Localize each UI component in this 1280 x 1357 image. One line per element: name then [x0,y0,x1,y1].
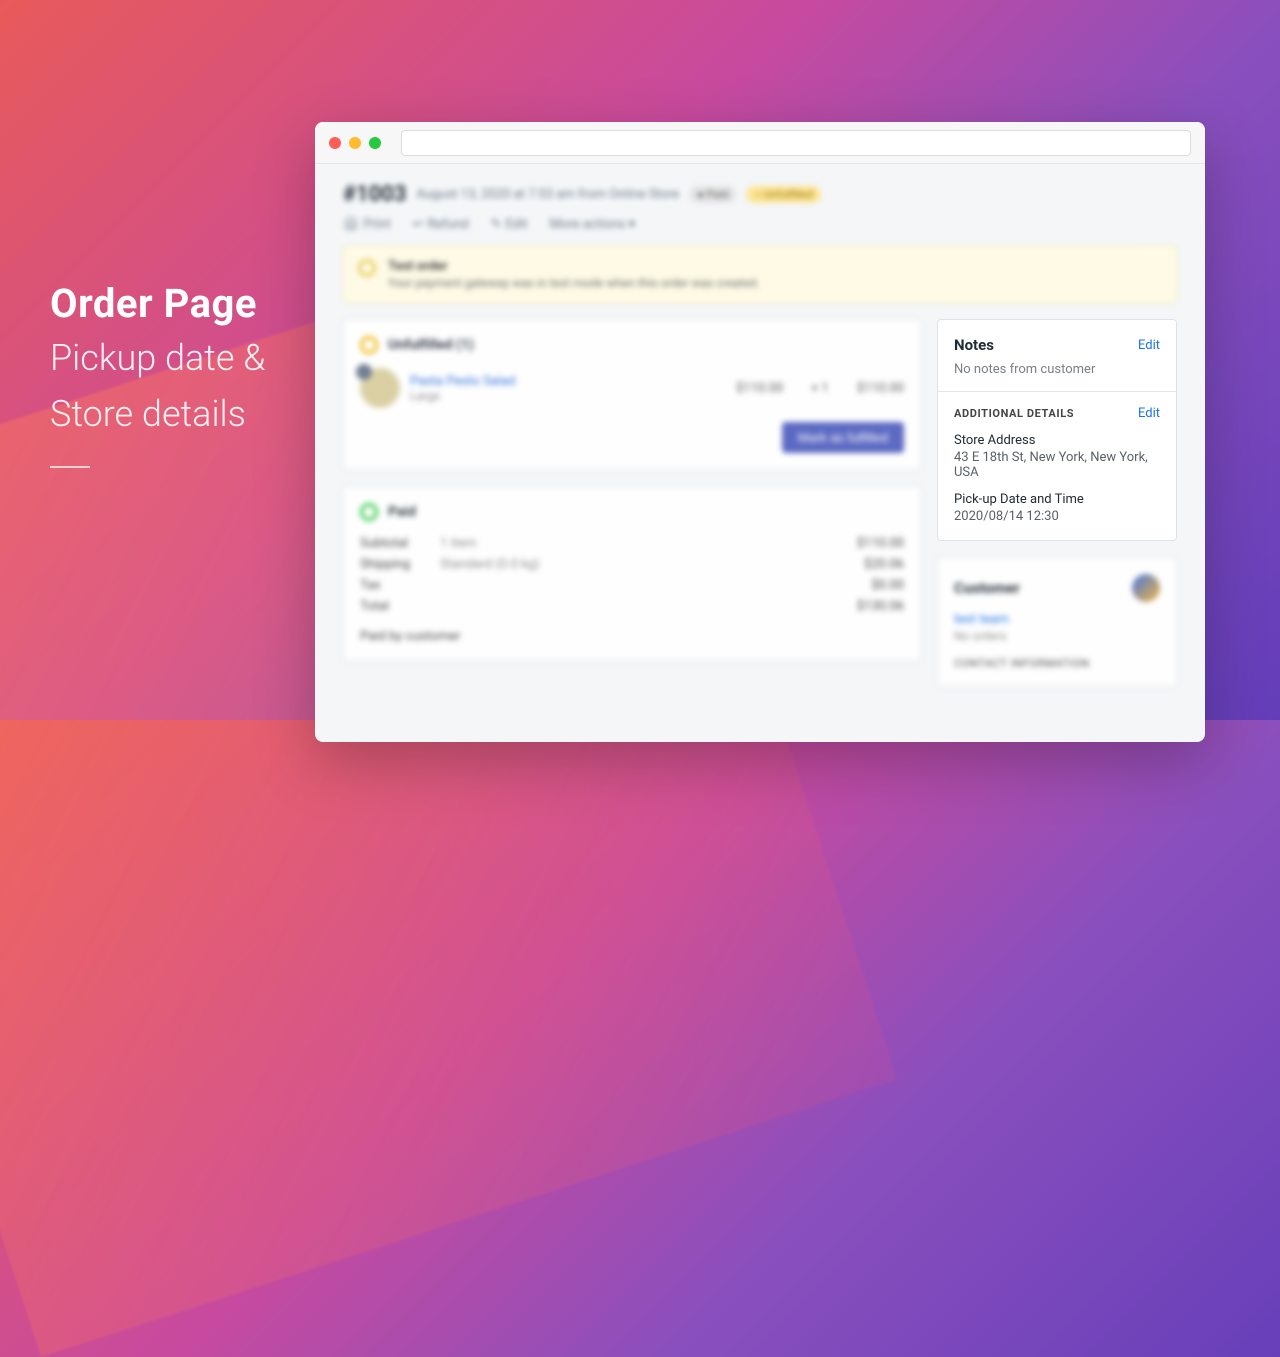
print-button[interactable]: 🖨 Print [343,217,391,232]
page-content: #1003 August 13, 2020 at 7:53 am from On… [315,164,1205,705]
banner-text: Your payment gateway was in test mode wh… [388,276,760,290]
more-actions-button[interactable]: More actions ▾ [550,217,636,232]
pickup-label: Pick-up Date and Time [954,492,1160,507]
avatar [1132,574,1160,602]
customer-title: Customer [954,579,1020,597]
blurred-header-region: #1003 August 13, 2020 at 7:53 am from On… [343,182,1177,303]
customer-orders: No orders [954,629,1160,643]
product-variant: Large [410,389,515,403]
paid-title: Paid [388,504,416,520]
url-bar[interactable] [401,130,1191,156]
warning-icon [358,259,376,277]
divider [938,391,1176,392]
customer-card: Customer test team No orders CONTACT INF… [937,557,1177,687]
line-item: Pasta Pesto Salad Large $110.00 × 1 $110… [360,368,904,408]
order-id: #1003 [343,182,407,207]
order-actions: 🖨 Print ↩ Refund ✎ Edit More actions ▾ [343,217,1177,232]
order-header: #1003 August 13, 2020 at 7:53 am from On… [343,182,1177,207]
fulfillment-card: Unfulfilled (1) Pasta Pesto Salad Large … [343,319,921,470]
refund-button[interactable]: ↩ Refund [413,217,469,232]
maximize-icon[interactable] [369,137,381,149]
additional-details-title: ADDITIONAL DETAILS [954,407,1074,420]
store-address-label: Store Address [954,433,1160,448]
unit-price: $110.00 [736,381,783,396]
product-thumbnail [360,368,400,408]
badge-paid: ● Paid [689,186,736,203]
totals: Subtotal1 item$110.00 ShippingStandard (… [360,533,904,617]
notes-body: No notes from customer [954,362,1160,377]
badge-unfulfilled: ○ Unfulfilled [746,186,821,203]
test-order-banner: Test order Your payment gateway was in t… [343,246,1177,303]
right-column: Notes Edit No notes from customer ADDITI… [937,319,1177,687]
customer-name[interactable]: test team [954,612,1160,627]
marketing-copy: Order Page Pickup date & Store details [50,280,265,468]
left-column: Unfulfilled (1) Pasta Pesto Salad Large … [343,319,921,687]
paid-icon [360,503,378,521]
marketing-line1: Pickup date & [50,333,265,383]
marketing-divider [50,466,90,468]
close-icon[interactable] [329,137,341,149]
pickup-value: 2020/08/14 12:30 [954,509,1160,524]
paid-by: Paid by customer [360,629,904,644]
product-name[interactable]: Pasta Pesto Salad [410,374,515,389]
browser-window: #1003 August 13, 2020 at 7:53 am from On… [315,122,1205,742]
store-address-value: 43 E 18th St, New York, New York, USA [954,450,1160,480]
quantity: × 1 [811,381,828,396]
notes-title: Notes [954,336,994,354]
window-titlebar [315,122,1205,164]
additional-details-edit-link[interactable]: Edit [1138,406,1160,421]
contact-info-title: CONTACT INFORMATION [954,657,1160,670]
notes-edit-link[interactable]: Edit [1138,338,1160,353]
columns: Unfulfilled (1) Pasta Pesto Salad Large … [343,319,1177,687]
mark-fulfilled-button[interactable]: Mark as fulfilled [782,422,904,453]
minimize-icon[interactable] [349,137,361,149]
unfulfilled-icon [360,336,378,354]
line-total: $110.00 [857,381,904,396]
banner-title: Test order [388,259,760,274]
paid-card: Paid Subtotal1 item$110.00 ShippingStand… [343,486,921,661]
marketing-title: Order Page [50,280,265,327]
notes-card: Notes Edit No notes from customer ADDITI… [937,319,1177,541]
fulfillment-title: Unfulfilled (1) [360,336,904,354]
order-meta: August 13, 2020 at 7:53 am from Online S… [417,187,680,202]
marketing-line2: Store details [50,389,265,439]
edit-button[interactable]: ✎ Edit [491,217,528,232]
